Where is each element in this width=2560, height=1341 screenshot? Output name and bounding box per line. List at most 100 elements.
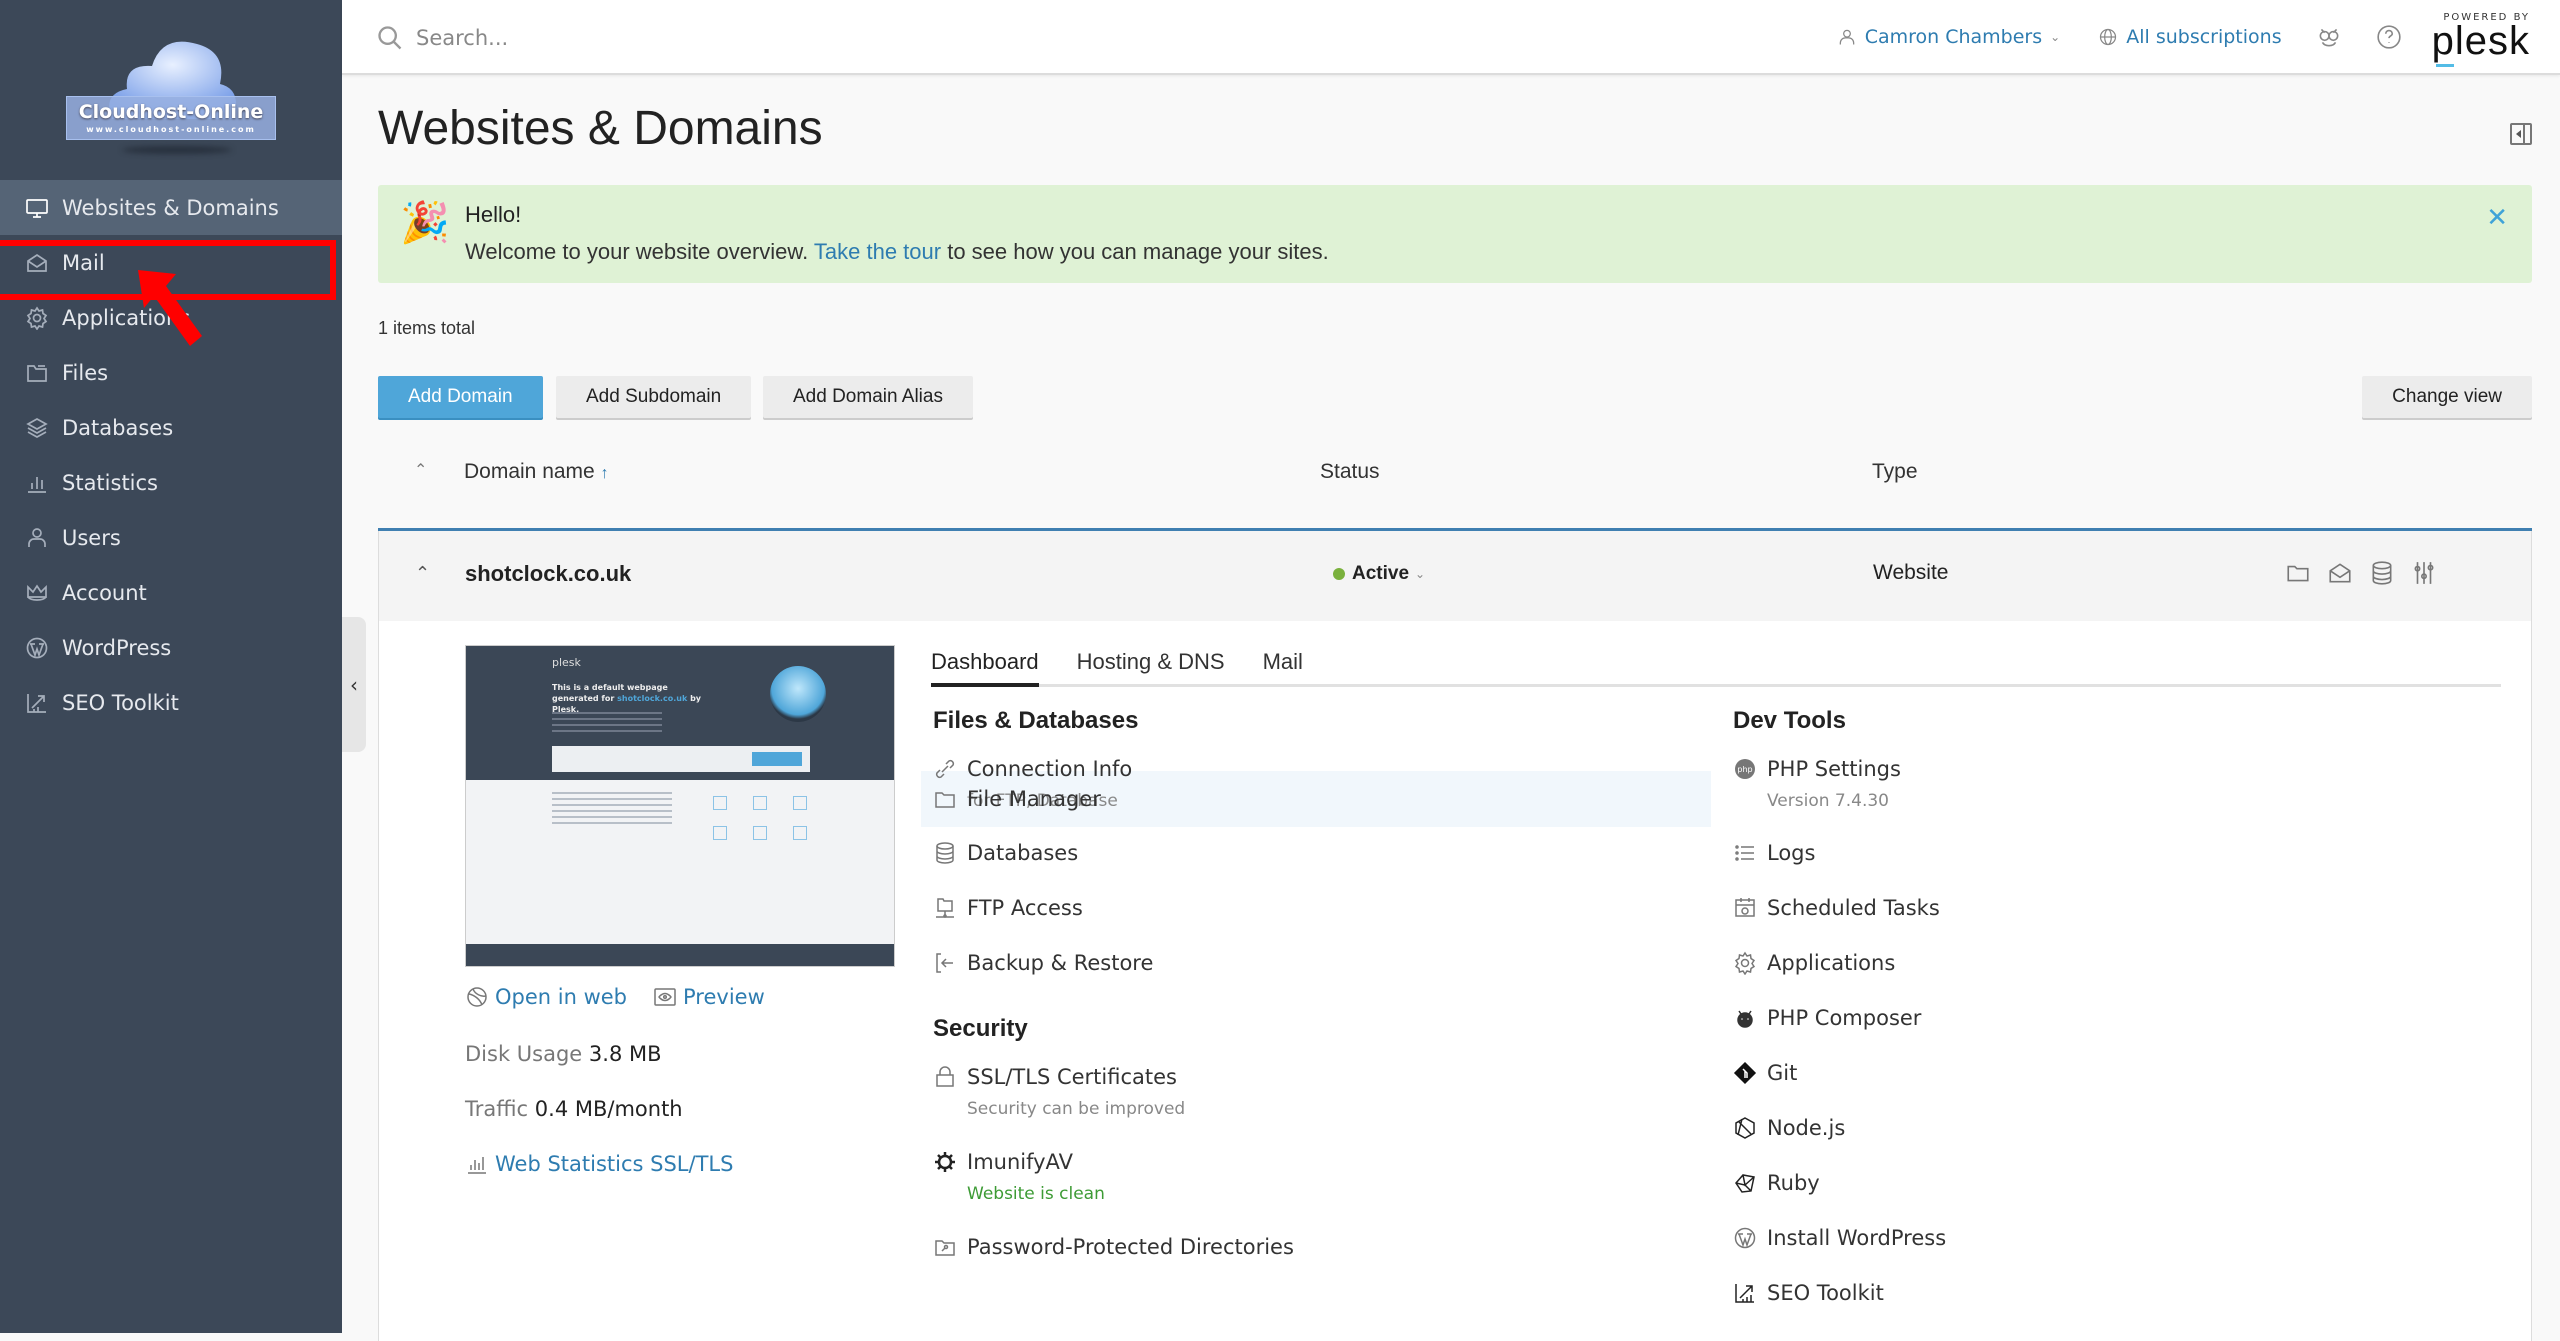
preview-link[interactable]: Preview	[653, 985, 765, 1009]
tab-hosting-dns[interactable]: Hosting & DNS	[1077, 645, 1225, 687]
tool-backup-restore[interactable]: Backup & Restore	[931, 949, 1153, 977]
tool-label: ImunifyAV	[967, 1150, 1073, 1174]
panel-toggle-icon[interactable]	[2510, 123, 2532, 145]
ftp-icon	[931, 894, 959, 922]
take-tour-link[interactable]: Take the tour	[814, 239, 941, 264]
tool-php-composer[interactable]: PHP Composer	[1731, 1004, 1921, 1032]
site-thumbnail[interactable]: plesk This is a default webpage generate…	[465, 645, 895, 967]
sidebar-item-label: WordPress	[62, 635, 172, 660]
web-statistics-link[interactable]: Web Statistics SSL/TLS	[465, 1152, 733, 1176]
sidebar-item-mail[interactable]: Mail	[0, 235, 342, 290]
link-icon	[931, 755, 959, 783]
welcome-alert: 🎉 Hello! Welcome to your website overvie…	[378, 185, 2532, 283]
thumbnail-body	[552, 788, 672, 828]
sidebar-item-label: Users	[62, 525, 121, 550]
tool-nodejs[interactable]: Node.js	[1731, 1114, 1845, 1142]
brand-url: www.cloudhost-online.com	[86, 125, 256, 134]
tool-applications[interactable]: Applications	[1731, 949, 1895, 977]
domain-type: Website	[1873, 561, 1949, 584]
tool-password-protected-dirs[interactable]: Password-Protected Directories	[931, 1233, 1294, 1261]
close-icon[interactable]: ✕	[2486, 203, 2508, 233]
tab-mail[interactable]: Mail	[1263, 645, 1303, 687]
subscriptions-selector[interactable]: All subscriptions	[2098, 26, 2282, 48]
tool-php-settings[interactable]: php PHP Settings Version 7.4.30	[1731, 755, 1901, 813]
tool-ruby[interactable]: Ruby	[1731, 1169, 1820, 1197]
add-domain-alias-button[interactable]: Add Domain Alias	[763, 376, 973, 418]
tool-label: Logs	[1767, 841, 1816, 865]
tool-databases[interactable]: Databases	[931, 839, 1078, 867]
add-subdomain-button[interactable]: Add Subdomain	[556, 376, 752, 418]
owl-button[interactable]	[2316, 24, 2342, 50]
sidebar-item-applications[interactable]: Applications	[0, 290, 342, 345]
sidebar-item-label: Applications	[62, 305, 191, 330]
tool-imunifyav[interactable]: ImunifyAV Website is clean	[931, 1148, 1105, 1206]
settings-button[interactable]	[2411, 559, 2437, 587]
tool-label: SEO Toolkit	[1767, 1281, 1884, 1305]
sidebar-item-account[interactable]: Account	[0, 565, 342, 620]
items-total: 1 items total	[378, 318, 476, 338]
sidebar-item-seo-toolkit[interactable]: SEO Toolkit	[0, 675, 342, 730]
git-icon	[1731, 1059, 1759, 1087]
table-row: ⌃ shotclock.co.uk Active ⌄ Website	[378, 531, 2532, 621]
tool-label: PHP Composer	[1767, 1006, 1922, 1030]
collapse-row-icon[interactable]: ⌃	[415, 563, 430, 584]
globe-icon	[2100, 28, 2117, 46]
chevron-left-icon: ‹	[350, 672, 358, 697]
column-header-domain[interactable]: Domain name ↑	[464, 460, 609, 484]
database-icon	[931, 839, 959, 867]
imunify-icon	[931, 1148, 959, 1176]
brand-banner: Cloudhost-Online www.cloudhost-online.co…	[66, 96, 276, 140]
sidebar-item-statistics[interactable]: Statistics	[0, 455, 342, 510]
help-button[interactable]	[2376, 24, 2402, 50]
folder-icon	[2287, 565, 2309, 582]
brand-logo[interactable]: Cloudhost-Online www.cloudhost-online.co…	[62, 28, 280, 154]
sidebar-item-databases[interactable]: Databases	[0, 400, 342, 455]
sidebar-collapse-handle[interactable]: ‹	[342, 617, 366, 752]
search-icon	[378, 26, 402, 50]
add-domain-button[interactable]: Add Domain	[378, 376, 543, 418]
tab-dashboard[interactable]: Dashboard	[931, 645, 1039, 687]
alert-text: Welcome to your website overview.	[465, 239, 814, 264]
list-icon	[1731, 839, 1759, 867]
tool-git[interactable]: Git	[1731, 1059, 1797, 1087]
tool-label: Backup & Restore	[967, 951, 1154, 975]
traffic-label: Traffic	[465, 1097, 529, 1121]
topbar-right: Camron Chambers ⌄ All subscriptions POWE…	[1799, 8, 2530, 67]
crown-icon	[24, 580, 50, 606]
sidebar-item-wordpress[interactable]: WordPress	[0, 620, 342, 675]
tool-scheduled-tasks[interactable]: Scheduled Tasks	[1731, 894, 1940, 922]
section-title-security: Security	[933, 1015, 1028, 1042]
search-input[interactable]	[416, 26, 1216, 50]
databases-button[interactable]	[2369, 559, 2395, 587]
sort-asc-icon: ↑	[600, 465, 609, 482]
tool-ftp-access[interactable]: FTP Access	[931, 894, 1083, 922]
sidebar-item-users[interactable]: Users	[0, 510, 342, 565]
bar-chart-icon	[468, 1157, 486, 1174]
change-view-button[interactable]: Change view	[2362, 376, 2532, 418]
composer-icon	[1731, 1004, 1759, 1032]
chevron-down-icon: ⌄	[2050, 30, 2061, 44]
sidebar-item-websites-domains[interactable]: Websites & Domains	[0, 180, 342, 235]
mail-icon	[2329, 563, 2351, 583]
open-in-web-link[interactable]: Open in web	[465, 985, 627, 1009]
tool-file-manager-row[interactable]: File Manager	[931, 785, 1101, 813]
plesk-logo: POWERED BY plesk	[2432, 13, 2530, 67]
mail-button[interactable]	[2327, 559, 2353, 587]
tool-label: Password-Protected Directories	[967, 1235, 1294, 1259]
user-menu[interactable]: Camron Chambers ⌄	[1837, 26, 2061, 48]
tool-ssl-certificates[interactable]: SSL/TLS Certificates Security can be impr…	[931, 1063, 1185, 1121]
domain-name[interactable]: shotclock.co.uk	[465, 561, 631, 587]
tool-install-wordpress[interactable]: Install WordPress	[1731, 1224, 1946, 1252]
tool-label: PHP Settings	[1767, 757, 1901, 781]
file-manager-button[interactable]	[2285, 559, 2311, 587]
tool-logs[interactable]: Logs	[1731, 839, 1815, 867]
tool-seo-toolkit[interactable]: SEO Toolkit	[1731, 1279, 1884, 1307]
wordpress-icon	[24, 635, 50, 661]
link-label: Preview	[683, 985, 765, 1009]
protected-folder-icon	[931, 1233, 959, 1261]
status-badge[interactable]: Active ⌄	[1333, 563, 1425, 585]
disk-usage-value: 3.8 MB	[588, 1042, 662, 1066]
collapse-all-icon[interactable]: ⌃	[414, 460, 427, 480]
sidebar-item-files[interactable]: Files	[0, 345, 342, 400]
sidebar-item-label: Statistics	[62, 470, 158, 495]
